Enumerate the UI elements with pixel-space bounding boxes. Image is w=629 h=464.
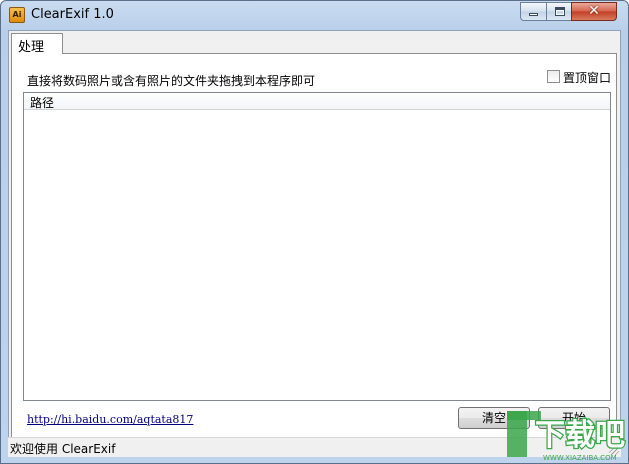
- topmost-checkbox[interactable]: [547, 70, 560, 83]
- column-header-path[interactable]: 路径: [24, 93, 610, 110]
- minimize-button[interactable]: [520, 2, 547, 21]
- window-title: ClearExif 1.0: [31, 7, 114, 22]
- app-window: Ai ClearExif 1.0 ✕ 处理 直接将数码照片或含有照片的文件夹拖拽…: [0, 0, 629, 464]
- maximize-button[interactable]: [546, 2, 572, 21]
- file-list[interactable]: 路径: [23, 92, 611, 401]
- tab-process[interactable]: 处理: [11, 33, 63, 55]
- maximize-icon: [555, 7, 565, 16]
- watermark-text: 下载吧: [535, 418, 625, 453]
- app-icon: Ai: [9, 7, 25, 23]
- watermark-logo: 下载吧 WWW.XIAZAIBA.COM: [507, 411, 626, 462]
- instruction-text: 直接将数码照片或含有照片的文件夹拖拽到本程序即可: [27, 74, 316, 88]
- tab-panel: 直接将数码照片或含有照片的文件夹拖拽到本程序即可 置顶窗口 路径 http://…: [11, 53, 617, 438]
- close-button[interactable]: ✕: [571, 2, 617, 21]
- author-link[interactable]: http://hi.baidu.com/aqtata817: [27, 413, 193, 426]
- status-text: 欢迎使用 ClearExif: [10, 442, 116, 456]
- close-icon: ✕: [588, 3, 600, 19]
- title-bar[interactable]: Ai ClearExif 1.0 ✕: [1, 1, 628, 29]
- watermark-subtext: WWW.XIAZAIBA.COM: [543, 454, 617, 462]
- topmost-checkbox-label[interactable]: 置顶窗口: [563, 69, 611, 86]
- client-area: 处理 直接将数码照片或含有照片的文件夹拖拽到本程序即可 置顶窗口 路径 http…: [8, 30, 621, 457]
- minimize-icon: [529, 13, 538, 16]
